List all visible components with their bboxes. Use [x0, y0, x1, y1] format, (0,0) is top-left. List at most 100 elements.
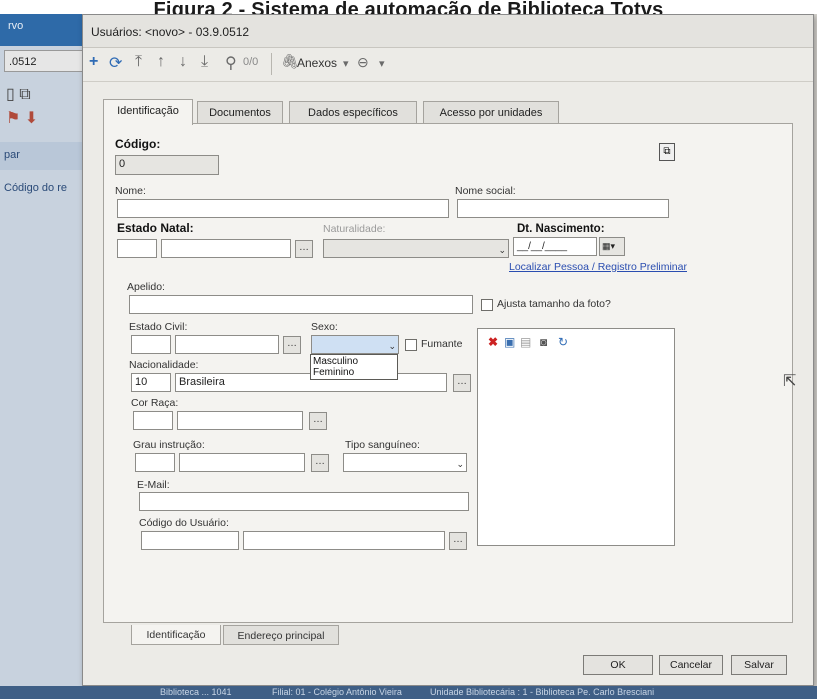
dt-nascimento-label: Dt. Nascimento: [517, 223, 605, 235]
nome-label: Nome: [115, 185, 146, 197]
tipo-sanguineo-label: Tipo sanguíneo: [345, 439, 420, 451]
sexo-option-feminino[interactable]: Feminino [313, 367, 354, 378]
localizar-pessoa-link[interactable]: Localizar Pessoa / Registro Preliminar [509, 261, 687, 273]
tipo-sanguineo-combo[interactable]: ⌄ [343, 453, 467, 472]
fumante-label: Fumante [421, 338, 463, 350]
grau-instrucao-field[interactable] [179, 453, 305, 472]
status-item: Filial: 01 - Colégio Antônio Vieira [272, 687, 402, 697]
user-dialog: Usuários: <novo> - 03.9.0512 + ⟳ ⤒ ↑ ↓ ⤓… [82, 14, 814, 686]
background-list-item[interactable]: Código do re [4, 182, 67, 194]
estado-civil-lookup-button[interactable]: … [283, 336, 301, 354]
naturalidade-label: Naturalidade: [323, 223, 386, 235]
background-tab-label: rvo [8, 20, 24, 32]
apelido-field[interactable] [129, 295, 473, 314]
codigo-usuario-code-field[interactable] [141, 531, 239, 550]
subtab-endereco-principal[interactable]: Endereço principal [223, 625, 339, 645]
ok-button[interactable]: OK [583, 655, 653, 675]
estado-natal-field[interactable] [161, 239, 291, 258]
codigo-usuario-label: Código do Usuário: [139, 517, 229, 529]
rotate-icon[interactable]: ↻ [558, 335, 568, 349]
record-counter: 0/0 [243, 56, 259, 68]
dt-nascimento-field[interactable]: __/__/____ [513, 237, 597, 256]
tab-identificacao[interactable]: Identificação [103, 99, 193, 125]
estado-natal-code-field[interactable] [117, 239, 157, 258]
email-field[interactable] [139, 492, 469, 511]
first-record-icon[interactable]: ⤒ [135, 53, 142, 71]
background-tool-icons[interactable]: ▯ ⧉ [6, 84, 31, 104]
cor-raca-field[interactable] [177, 411, 303, 430]
cancel-button[interactable]: Cancelar [659, 655, 723, 675]
nome-social-field[interactable] [457, 199, 669, 218]
sexo-dropdown-list: Masculino Feminino [310, 354, 398, 380]
codigo-usuario-field[interactable] [243, 531, 445, 550]
estado-civil-code-field[interactable] [131, 335, 171, 354]
nome-field[interactable] [117, 199, 449, 218]
background-pane: rvo .0512 ▯ ⧉ ⚑ ⬇ par Código do re [0, 14, 92, 699]
print-icon[interactable]: ⊖ [357, 54, 369, 71]
screen-photo: rvo .0512 ▯ ⧉ ⚑ ⬇ par Código do re Usuár… [0, 14, 817, 699]
codigo-field[interactable]: 0 [115, 155, 219, 175]
ajusta-foto-label: Ajusta tamanho da foto? [497, 298, 611, 310]
mouse-cursor-icon: ⇱ [783, 373, 797, 390]
next-record-icon[interactable]: ↓ [179, 53, 187, 71]
camera-icon[interactable]: ◙ [540, 335, 547, 349]
sexo-option-masculino[interactable]: Masculino [313, 356, 358, 367]
sexo-label: Sexo: [311, 321, 338, 333]
background-band-label[interactable]: par [4, 149, 20, 161]
background-tab[interactable]: rvo [0, 14, 92, 46]
cor-raca-lookup-button[interactable]: … [309, 412, 327, 430]
estado-natal-label: Estado Natal: [117, 221, 194, 235]
tab-acesso-unidades[interactable]: Acesso por unidades [423, 101, 559, 123]
chevron-down-icon[interactable]: ▾ [379, 57, 385, 70]
tab-dados-especificos[interactable]: Dados específicos [289, 101, 417, 123]
naturalidade-combo[interactable]: ⌄ [323, 239, 509, 258]
cor-raca-code-field[interactable] [133, 411, 173, 430]
ajusta-foto-checkbox[interactable] [481, 299, 493, 311]
status-item: Unidade Bibliotecária : 1 - Biblioteca P… [430, 687, 655, 697]
grau-instrucao-label: Grau instrução: [133, 439, 205, 451]
calendar-dropdown-icon[interactable]: ▦▾ [599, 237, 625, 256]
codigo-label: Código: [115, 137, 161, 151]
chevron-down-icon: ⌄ [498, 245, 506, 255]
estado-natal-lookup-button[interactable]: … [295, 240, 313, 258]
chevron-down-icon[interactable]: ▾ [343, 57, 349, 70]
nome-social-label: Nome social: [455, 185, 516, 197]
chevron-down-icon: ⌄ [456, 459, 464, 469]
last-record-icon[interactable]: ⤓ [201, 53, 208, 71]
save-button[interactable]: Salvar [731, 655, 787, 675]
refresh-icon[interactable]: ⟳ [109, 53, 122, 73]
cor-raca-label: Cor Raça: [131, 397, 179, 409]
apelido-label: Apelido: [127, 281, 165, 293]
dialog-title: Usuários: <novo> - 03.9.0512 [91, 25, 250, 39]
status-bar: Biblioteca ... 1041 Filial: 01 - Colégio… [0, 686, 817, 699]
estado-civil-label: Estado Civil: [129, 321, 188, 333]
save-photo-icon[interactable]: ▤ [520, 335, 531, 349]
grau-instrucao-lookup-button[interactable]: … [311, 454, 329, 472]
nacionalidade-lookup-button[interactable]: … [453, 374, 471, 392]
search-icon[interactable]: ⚲ [225, 53, 237, 73]
grau-instrucao-code-field[interactable] [135, 453, 175, 472]
photo-box[interactable]: ✖ ▣ ▤ ◙ ↻ [477, 328, 675, 546]
add-icon[interactable]: + [89, 53, 98, 71]
sexo-combo[interactable]: ⌄ [311, 335, 399, 354]
tab-documentos[interactable]: Documentos [197, 101, 283, 123]
background-code-field[interactable]: .0512 [4, 50, 84, 72]
nacionalidade-label: Nacionalidade: [129, 359, 199, 371]
dialog-toolbar: + ⟳ ⤒ ↑ ↓ ⤓ ⚲ 0/0 🖇 Anexos ▾ ⊖ ▾ [83, 47, 813, 82]
delete-photo-icon[interactable]: ✖ [488, 335, 498, 349]
background-band: par [0, 142, 92, 170]
estado-civil-field[interactable] [175, 335, 279, 354]
chevron-down-icon: ⌄ [388, 341, 396, 351]
fumante-checkbox[interactable] [405, 339, 417, 351]
nacionalidade-code-field[interactable]: 10 [131, 373, 171, 392]
toolbar-separator [271, 53, 272, 75]
subtab-identificacao[interactable]: Identificação [131, 625, 221, 645]
copy-icon[interactable]: ⧉ [659, 143, 675, 161]
background-filter-icons[interactable]: ⚑ ⬇ [6, 108, 38, 128]
image-icon[interactable]: ▣ [504, 335, 515, 349]
email-label: E-Mail: [137, 479, 170, 491]
codigo-usuario-lookup-button[interactable]: … [449, 532, 467, 550]
attachments-button[interactable]: Anexos [297, 56, 337, 70]
previous-record-icon[interactable]: ↑ [157, 53, 165, 71]
dialog-titlebar: Usuários: <novo> - 03.9.0512 [83, 15, 813, 48]
